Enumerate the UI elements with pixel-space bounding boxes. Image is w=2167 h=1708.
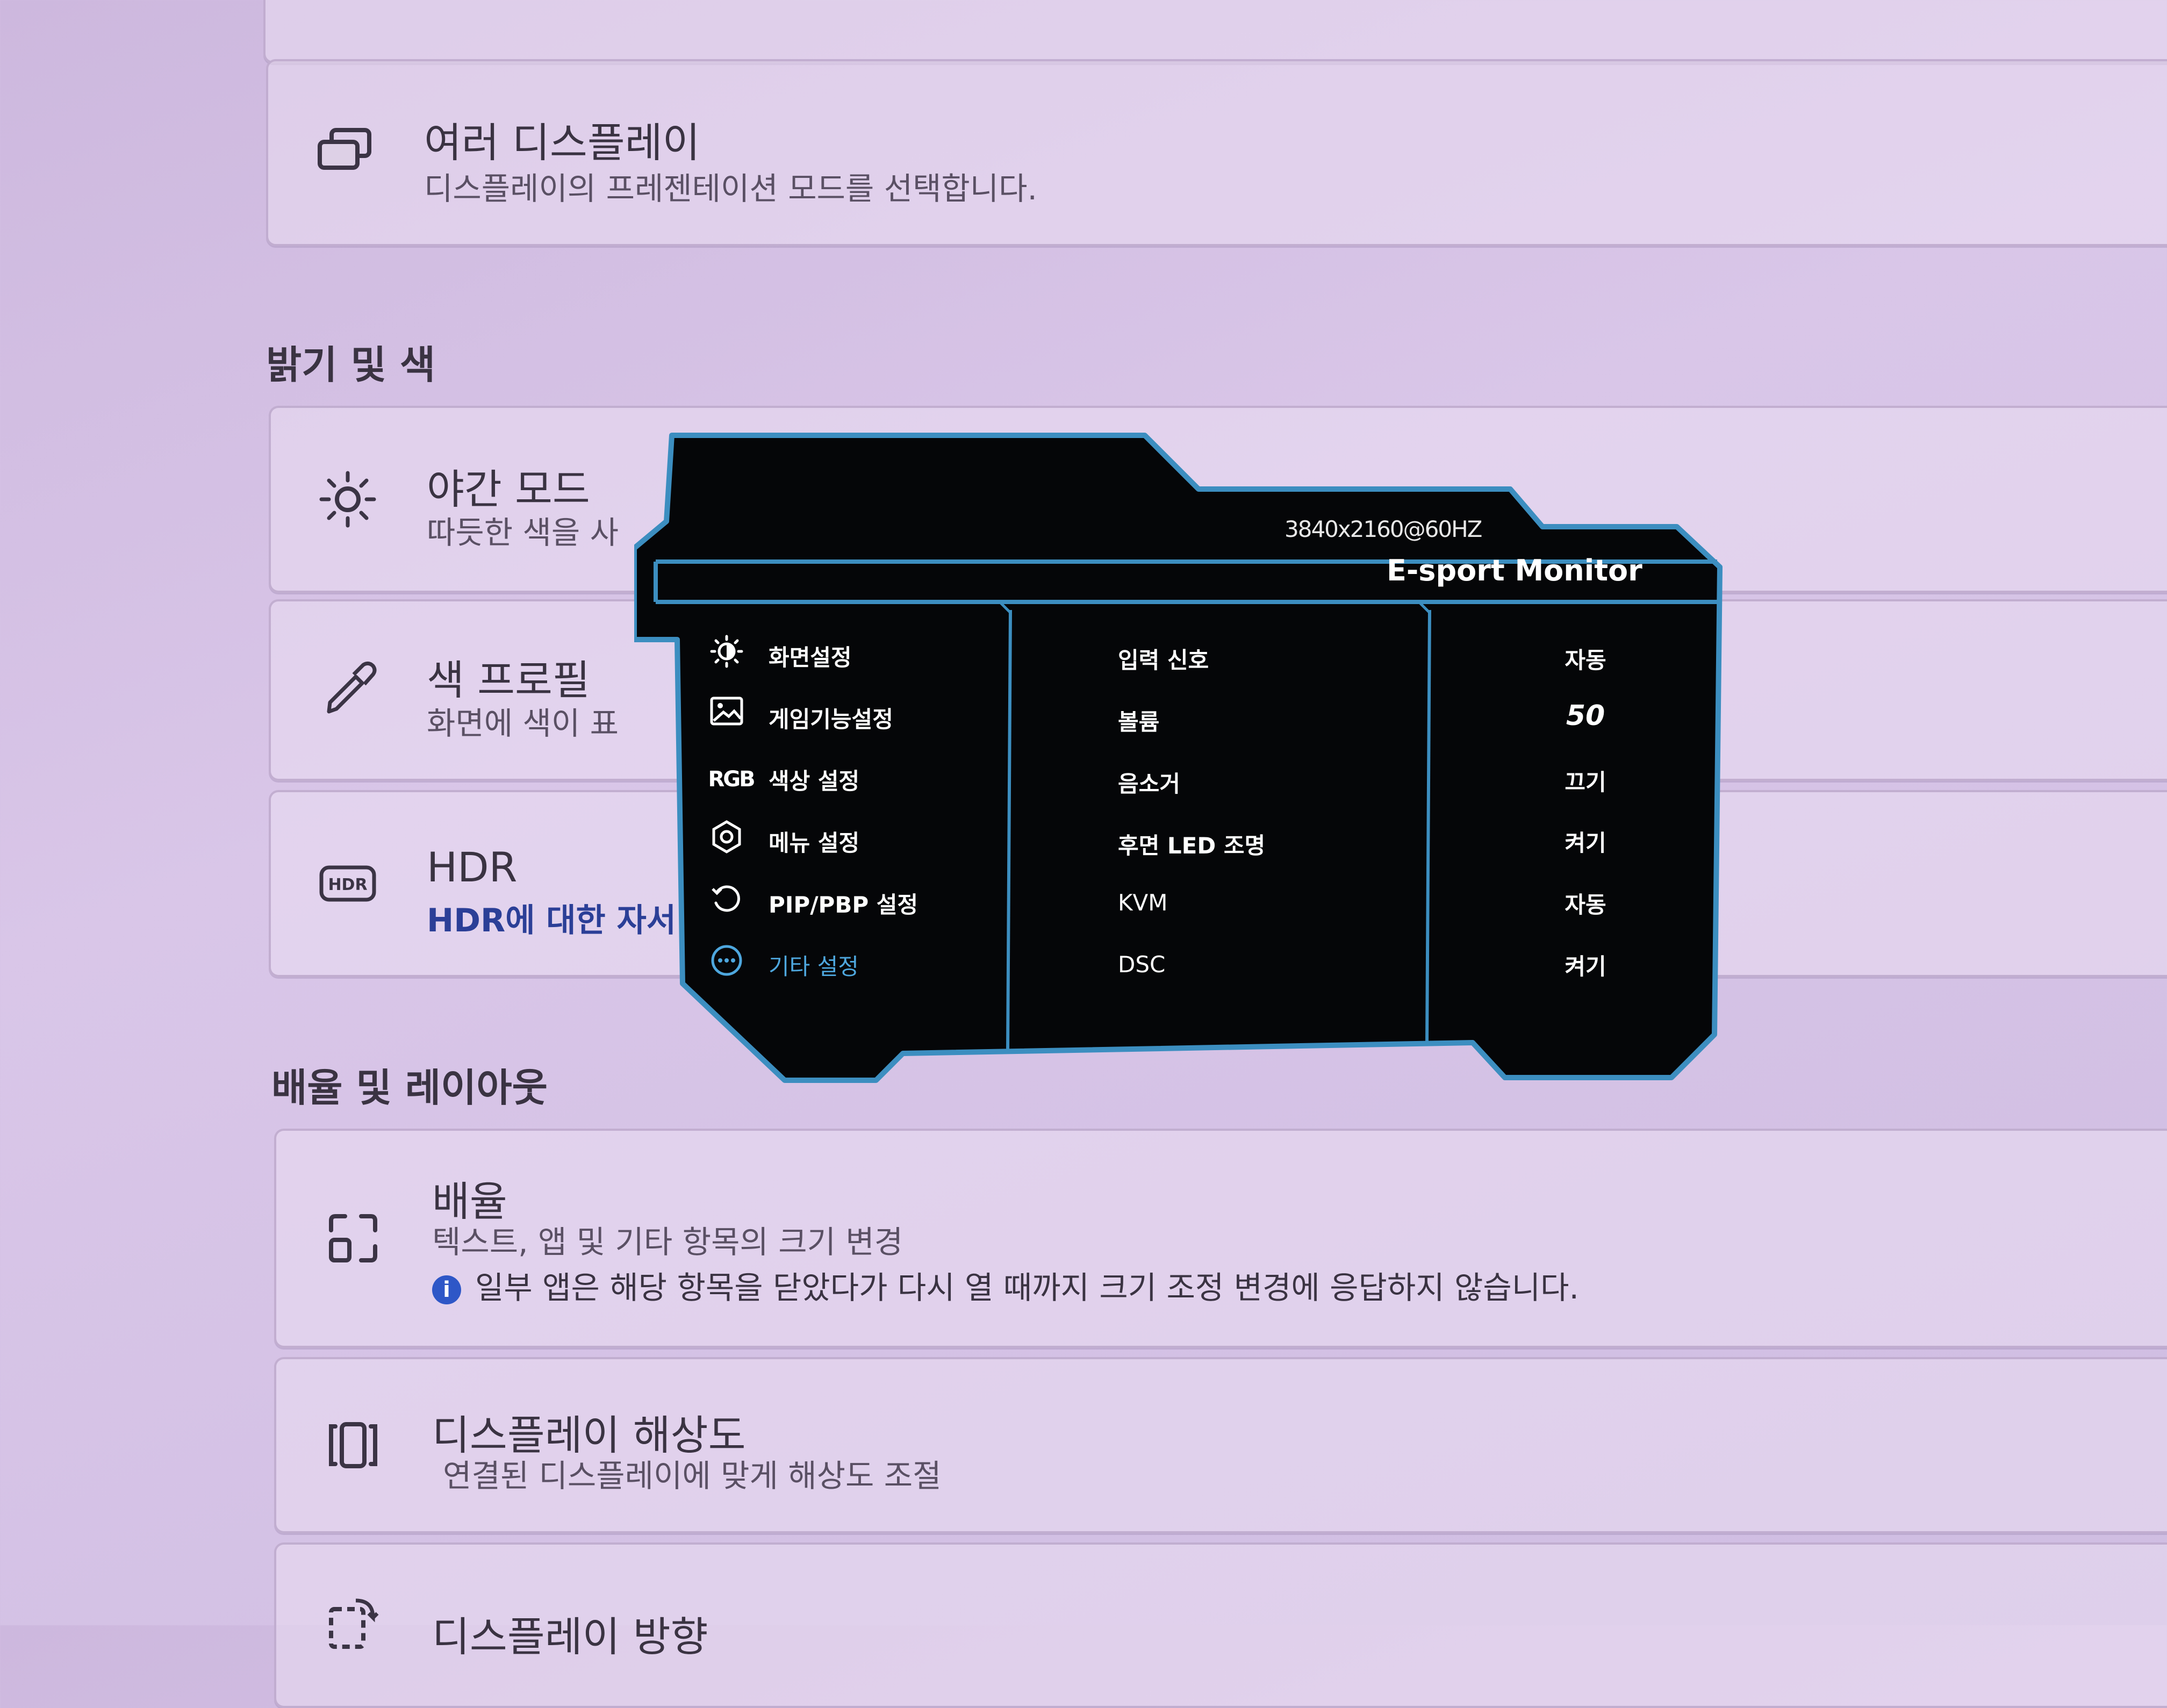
osd-submenu-led[interactable]: 후면 LED 조명 (1118, 828, 1265, 860)
osd-value-led: 켜기 (1565, 830, 1606, 856)
osd-menu-pip[interactable]: PIP/PBP 설정 (709, 881, 918, 924)
osd-value-input: 자동 (1565, 647, 1606, 673)
osd-submenu-dsc[interactable]: DSC (1118, 951, 1165, 978)
night-mode-title: 야간 모드 (427, 465, 590, 513)
osd-value-kvm: 자동 (1565, 892, 1606, 918)
color-profile-title: 색 프로필 (427, 656, 590, 704)
scale-card[interactable]: 배율 텍스트, 앱 및 기타 항목의 크기 변경 i 일부 앱은 해당 항목을 닫… (274, 1129, 2167, 1348)
osd-brand: E-sport Monitor (1387, 554, 1642, 587)
orientation-card[interactable]: 디스플레이 방향 (274, 1542, 2167, 1708)
hdr-icon: HDR (318, 854, 377, 913)
svg-text:HDR: HDR (328, 875, 367, 894)
osd-submenu-volume[interactable]: 볼륨 (1118, 704, 1159, 737)
monitor-osd: 3840x2160@60HZ E-sport Monitor 화면설정 게임기능… (634, 425, 1731, 1113)
scale-info-text: 일부 앱은 해당 항목을 닫았다가 다시 열 때까지 크기 조정 변경에 응답하… (475, 1269, 1579, 1306)
hdr-title: HDR (427, 843, 518, 891)
osd-menu-label: 색상 설정 (769, 767, 860, 794)
osd-menu-label: 메뉴 설정 (769, 829, 860, 856)
multi-display-icon (315, 120, 375, 180)
image-icon (709, 696, 752, 739)
brightness-section-heading: 밝기 및 색 (266, 342, 436, 387)
scale-info: i 일부 앱은 해당 항목을 닫았다가 다시 열 때까지 크기 조정 변경에 응답… (432, 1262, 1579, 1308)
top-partial-card (263, 0, 2167, 63)
osd-menu-menu[interactable]: 메뉴 설정 (709, 820, 859, 863)
osd-resolution: 3840x2160@60HZ (1285, 516, 1482, 542)
night-mode-subtitle: 따듯한 색을 사 (427, 514, 619, 551)
resolution-icon (324, 1416, 383, 1475)
more-icon (709, 943, 752, 986)
osd-submenu-mute[interactable]: 음소거 (1118, 766, 1180, 799)
osd-menu-screen[interactable]: 화면설정 (709, 634, 852, 677)
osd-menu-label: 화면설정 (769, 644, 852, 671)
rotate-icon (709, 881, 752, 924)
orientation-icon (324, 1593, 383, 1652)
scale-section-heading: 배율 및 레이아웃 (271, 1065, 548, 1110)
osd-menu-game[interactable]: 게임기능설정 (709, 696, 893, 739)
osd-menu-label: 기타 설정 (769, 953, 859, 980)
osd-submenu-input[interactable]: 입력 신호 (1118, 642, 1209, 675)
eyedropper-icon (318, 661, 377, 720)
osd-value-volume: 50 (1566, 700, 1605, 732)
rgb-icon: RGB (708, 767, 755, 792)
gear-icon (709, 820, 752, 863)
scale-icon (324, 1209, 383, 1268)
osd-menu-other[interactable]: 기타 설정 (709, 943, 859, 986)
sun-icon (318, 470, 377, 529)
osd-value-dsc: 켜기 (1565, 953, 1606, 980)
info-icon: i (432, 1275, 461, 1304)
multi-display-card[interactable]: 여러 디스플레이 디스플레이의 프레젠테이션 모드를 선택합니다. (266, 59, 2167, 246)
scale-subtitle: 텍스트, 앱 및 기타 항목의 크기 변경 (432, 1224, 903, 1260)
osd-menu-color[interactable]: RGB 색상 설정 (708, 758, 860, 801)
orientation-title: 디스플레이 방향 (432, 1613, 708, 1661)
osd-menu-label: PIP/PBP 설정 (769, 891, 919, 918)
resolution-subtitle: 연결된 디스플레이에 맞게 해상도 조절 (443, 1458, 942, 1494)
multi-display-subtitle: 디스플레이의 프레젠테이션 모드를 선택합니다. (424, 170, 1037, 207)
brightness-icon (709, 634, 752, 677)
osd-value-mute: 끄기 (1565, 769, 1606, 795)
multi-display-title: 여러 디스플레이 (424, 119, 700, 167)
osd-submenu-kvm[interactable]: KVM (1118, 889, 1168, 916)
resolution-card[interactable]: 디스플레이 해상도 연결된 디스플레이에 맞게 해상도 조절 (274, 1357, 2167, 1533)
osd-menu-label: 게임기능설정 (769, 706, 893, 733)
color-profile-subtitle: 화면에 색이 표 (427, 705, 619, 742)
